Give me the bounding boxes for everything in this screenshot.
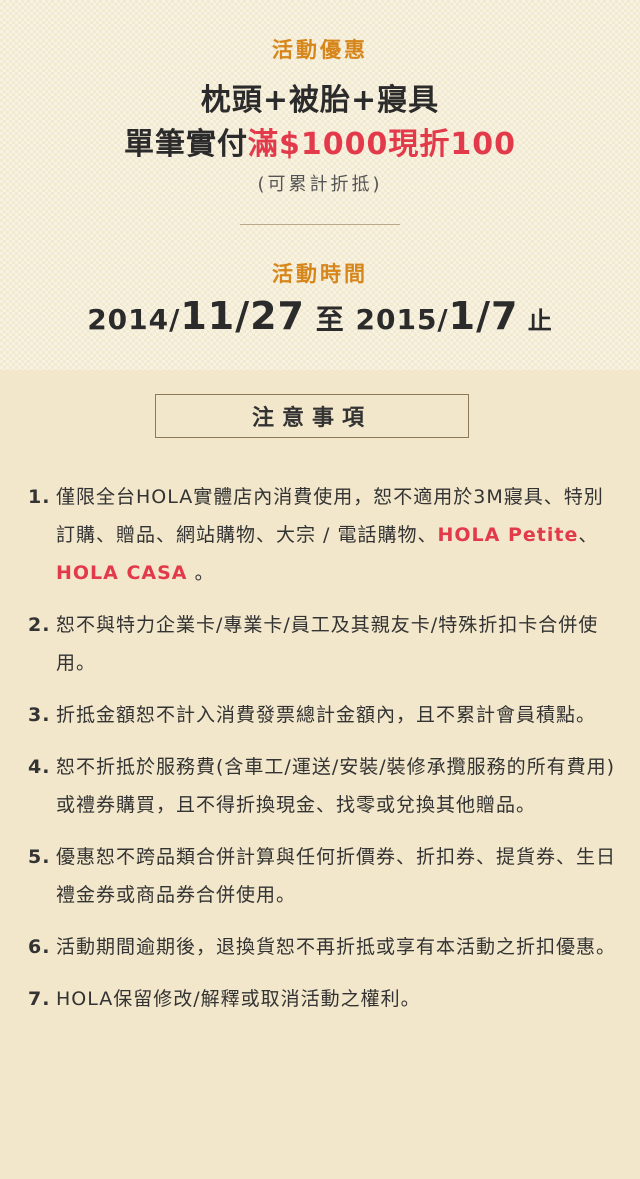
item-text-part: 。	[187, 562, 215, 584]
item-text: 優惠恕不跨品類合併計算與任何折價券、折扣券、提貨券、生日禮金券或商品券合併使用。	[56, 846, 617, 906]
list-item: 5. 優惠恕不跨品類合併計算與任何折價券、折扣券、提貨券、生日禮金券或商品券合併…	[28, 838, 618, 914]
item-text: 僅限全台HOLA實體店內消費使用，恕不適用於3M寢具、特別訂購、贈品、網站購物、…	[56, 478, 618, 592]
item-text: 恕不折抵於服務費(含車工/運送/安裝/裝修承攬服務的所有費用)或禮券購買，且不得…	[56, 756, 616, 816]
item-number: 3.	[28, 704, 51, 726]
end-month-day: 1/7	[448, 294, 519, 338]
item-number: 1.	[28, 486, 51, 508]
item-text: 活動期間逾期後，退換貨恕不再折抵或享有本活動之折扣優惠。	[56, 936, 617, 958]
divider	[240, 224, 400, 225]
list-item: 4. 恕不折抵於服務費(含車工/運送/安裝/裝修承攬服務的所有費用)或禮券購買，…	[28, 748, 618, 824]
item-number: 7.	[28, 988, 51, 1010]
item-text: 恕不與特力企業卡/專業卡/員工及其親友卡/特殊折扣卡合併使用。	[56, 614, 599, 674]
item-text-part: 、	[578, 524, 599, 546]
start-year: 2014/	[87, 303, 181, 336]
item-text: 折抵金額恕不計入消費發票總計金額內，且不累計會員積點。	[56, 704, 597, 726]
promo-discount-prefix: 單筆實付	[124, 127, 248, 162]
item-number: 5.	[28, 846, 51, 868]
promo-discount-amount: 滿$1000現折100	[248, 127, 516, 162]
list-item: 6. 活動期間逾期後，退換貨恕不再折抵或享有本活動之折扣優惠。	[28, 928, 618, 966]
notice-title: 注意事項	[155, 394, 469, 438]
end-year: 2015/	[355, 303, 449, 336]
item-number: 2.	[28, 614, 51, 636]
list-item: 7. HOLA保留修改/解釋或取消活動之權利。	[28, 980, 618, 1018]
list-item: 3. 折抵金額恕不計入消費發票總計金額內，且不累計會員積點。	[28, 696, 618, 734]
period-to: 至	[305, 303, 356, 336]
list-item: 2. 恕不與特力企業卡/專業卡/員工及其親友卡/特殊折扣卡合併使用。	[28, 606, 618, 682]
item-number: 4.	[28, 756, 51, 778]
period-end-word: 止	[518, 307, 553, 335]
promo-label: 活動優惠	[272, 38, 368, 62]
item-text: HOLA保留修改/解釋或取消活動之權利。	[56, 988, 421, 1010]
promo-discount: 單筆實付滿$1000現折100	[0, 119, 640, 163]
list-item: 1. 僅限全台HOLA實體店內消費使用，恕不適用於3M寢具、特別訂購、贈品、網站…	[28, 478, 618, 592]
promo-header: 活動優惠 枕頭+被胎+寢具 單筆實付滿$1000現折100 (可累計折抵) 活動…	[0, 0, 640, 370]
period-dates: 2014/11/27 至 2015/1/7 止	[0, 294, 640, 338]
brand-hola-petite: HOLA Petite	[437, 524, 579, 546]
promo-note: (可累計折抵)	[257, 174, 383, 195]
promo-products: 枕頭+被胎+寢具	[200, 83, 440, 118]
start-month-day: 11/27	[180, 294, 305, 338]
brand-hola-casa: HOLA CASA	[56, 562, 188, 584]
item-number: 6.	[28, 936, 51, 958]
rules-list: 1. 僅限全台HOLA實體店內消費使用，恕不適用於3M寢具、特別訂購、贈品、網站…	[28, 478, 618, 1032]
period-label: 活動時間	[272, 262, 368, 286]
